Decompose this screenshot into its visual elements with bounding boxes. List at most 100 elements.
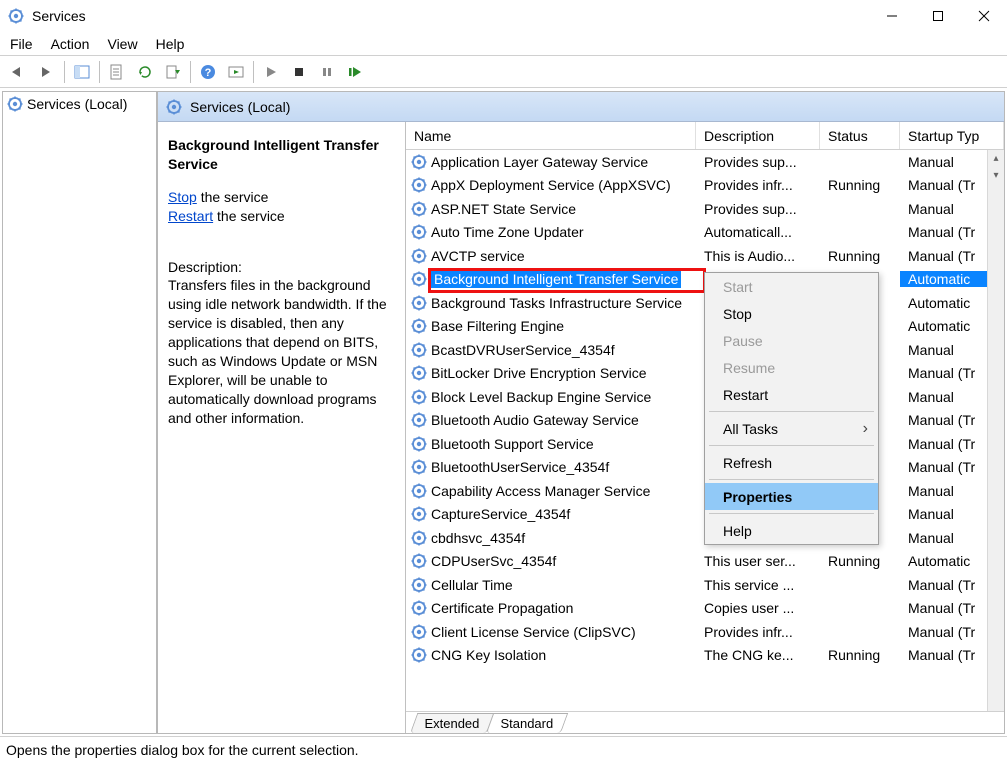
statusbar-text: Opens the properties dialog box for the … — [6, 742, 359, 758]
content-pane: Services (Local) Background Intelligent … — [157, 91, 1005, 734]
statusbar: Opens the properties dialog box for the … — [0, 736, 1007, 762]
service-name: AppX Deployment Service (AppXSVC) — [431, 177, 671, 193]
titlebar: Services — [0, 0, 1007, 32]
window-title: Services — [32, 8, 869, 24]
gear-icon — [411, 154, 427, 170]
scroll-down-icon[interactable]: ▾ — [988, 167, 1004, 184]
service-row[interactable]: Client License Service (ClipSVC) Provide… — [406, 620, 1004, 644]
service-name: Background Intelligent Transfer Service — [431, 270, 681, 288]
ctx-all-tasks[interactable]: All Tasks — [705, 415, 878, 442]
close-button[interactable] — [961, 0, 1007, 32]
service-status: Running — [820, 553, 900, 569]
service-name: CNG Key Isolation — [431, 647, 546, 663]
service-row[interactable]: Application Layer Gateway Service Provid… — [406, 150, 1004, 174]
gear-icon — [411, 342, 427, 358]
help-button[interactable]: ? — [195, 59, 221, 85]
ctx-refresh[interactable]: Refresh — [705, 449, 878, 476]
gear-icon — [411, 506, 427, 522]
gear-icon — [411, 318, 427, 334]
scroll-up-icon[interactable]: ▴ — [988, 150, 1004, 167]
action-restart-line: Restart the service — [168, 207, 395, 226]
maximize-button[interactable] — [915, 0, 961, 32]
col-name[interactable]: Name — [406, 122, 696, 149]
gear-icon — [411, 389, 427, 405]
tab-extended[interactable]: Extended — [424, 716, 479, 731]
export-button[interactable] — [160, 59, 186, 85]
stop-link[interactable]: Stop — [168, 189, 197, 205]
service-row[interactable]: CDPUserSvc_4354f This user ser... Runnin… — [406, 550, 1004, 574]
description-header: Description: — [168, 258, 395, 277]
service-name: Application Layer Gateway Service — [431, 154, 648, 170]
nav-back-button[interactable] — [6, 59, 32, 85]
gear-icon — [411, 553, 427, 569]
properties-button[interactable] — [104, 59, 130, 85]
gear-icon — [411, 483, 427, 499]
ctx-help[interactable]: Help — [705, 517, 878, 544]
service-name: cbdhsvc_4354f — [431, 530, 525, 546]
service-row[interactable]: Auto Time Zone Updater Automaticall... M… — [406, 221, 1004, 245]
gear-icon — [411, 459, 427, 475]
vertical-scrollbar[interactable]: ▴ ▾ — [987, 150, 1004, 711]
selected-service-name: Background Intelligent Transfer Service — [168, 136, 395, 174]
restart-button[interactable] — [342, 59, 368, 85]
service-name: BluetoothUserService_4354f — [431, 459, 609, 475]
column-headers: Name Description Status Startup Typ — [406, 122, 1004, 150]
menu-help[interactable]: Help — [156, 36, 185, 52]
service-name: Bluetooth Support Service — [431, 436, 594, 452]
service-name: BcastDVRUserService_4354f — [431, 342, 615, 358]
gear-icon — [411, 624, 427, 640]
gear-icon — [411, 271, 427, 287]
tree-root-label: Services (Local) — [27, 96, 127, 112]
service-name: Certificate Propagation — [431, 600, 573, 616]
tab-standard[interactable]: Standard — [500, 716, 553, 731]
ctx-properties[interactable]: Properties — [705, 483, 878, 510]
play-button[interactable] — [258, 59, 284, 85]
service-name: AVCTP service — [431, 248, 525, 264]
service-row[interactable]: Certificate Propagation Copies user ... … — [406, 597, 1004, 621]
show-hide-button[interactable] — [69, 59, 95, 85]
service-list: Name Description Status Startup Typ Appl… — [406, 122, 1004, 733]
ctx-stop[interactable]: Stop — [705, 300, 878, 327]
menu-view[interactable]: View — [107, 36, 137, 52]
col-description[interactable]: Description — [696, 122, 820, 149]
restart-link[interactable]: Restart — [168, 208, 213, 224]
ctx-resume: Resume — [705, 354, 878, 381]
service-name: Background Tasks Infrastructure Service — [431, 295, 682, 311]
gear-icon — [411, 577, 427, 593]
service-name: BitLocker Drive Encryption Service — [431, 365, 647, 381]
ctx-pause: Pause — [705, 327, 878, 354]
content-header-label: Services (Local) — [190, 99, 290, 115]
nav-forward-button[interactable] — [34, 59, 60, 85]
service-desc: Provides infr... — [696, 624, 820, 640]
service-name: Bluetooth Audio Gateway Service — [431, 412, 639, 428]
service-desc: This is Audio... — [696, 248, 820, 264]
service-row[interactable]: Cellular Time This service ... Manual (T… — [406, 573, 1004, 597]
refresh-button[interactable] — [132, 59, 158, 85]
minimize-button[interactable] — [869, 0, 915, 32]
connect-button[interactable] — [223, 59, 249, 85]
service-row[interactable]: CNG Key Isolation The CNG ke... Running … — [406, 644, 1004, 668]
service-status: Running — [820, 647, 900, 663]
stop-button[interactable] — [286, 59, 312, 85]
service-row[interactable]: ASP.NET State Service Provides sup... Ma… — [406, 197, 1004, 221]
service-row[interactable]: AppX Deployment Service (AppXSVC) Provid… — [406, 174, 1004, 198]
menu-file[interactable]: File — [10, 36, 33, 52]
gear-icon — [411, 201, 427, 217]
service-desc: The CNG ke... — [696, 647, 820, 663]
col-status[interactable]: Status — [820, 122, 900, 149]
col-startup-type[interactable]: Startup Typ — [900, 122, 1004, 149]
service-desc: Provides sup... — [696, 201, 820, 217]
ctx-restart[interactable]: Restart — [705, 381, 878, 408]
service-desc: This service ... — [696, 577, 820, 593]
service-row[interactable]: AVCTP service This is Audio... Running M… — [406, 244, 1004, 268]
tree-root-services-local[interactable]: Services (Local) — [3, 94, 156, 114]
svg-text:?: ? — [205, 67, 212, 79]
gear-icon — [411, 412, 427, 428]
service-name: Auto Time Zone Updater — [431, 224, 584, 240]
context-menu: Start Stop Pause Resume Restart All Task… — [704, 272, 879, 545]
menu-action[interactable]: Action — [51, 36, 90, 52]
detail-panel: Background Intelligent Transfer Service … — [158, 122, 405, 733]
pause-button[interactable] — [314, 59, 340, 85]
service-name: Client License Service (ClipSVC) — [431, 624, 636, 640]
service-name: CDPUserSvc_4354f — [431, 553, 556, 569]
